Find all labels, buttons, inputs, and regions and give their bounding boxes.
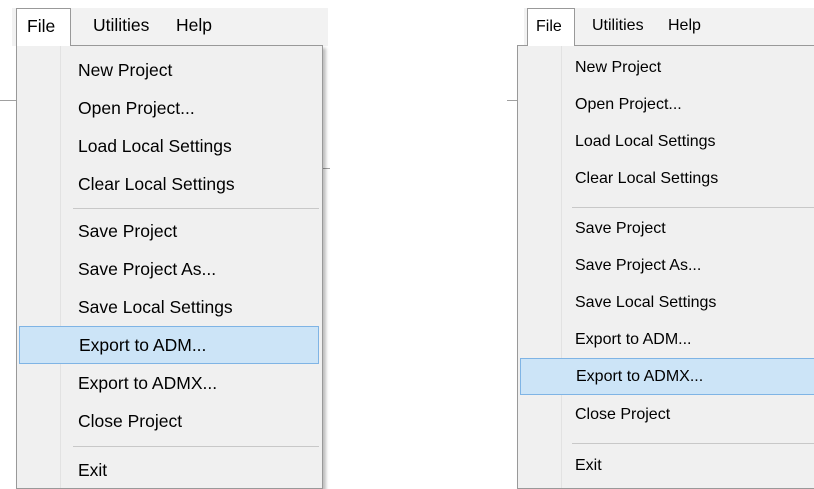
right-panel: File Utilities Help New Project Open Pro… bbox=[507, 0, 814, 489]
menu-item-close-project[interactable]: Close Project bbox=[19, 402, 319, 440]
menu-help[interactable]: Help bbox=[658, 8, 711, 45]
menu-help[interactable]: Help bbox=[166, 8, 222, 45]
menu-separator bbox=[73, 208, 319, 209]
menu-item-clear-local-settings[interactable]: Clear Local Settings bbox=[520, 160, 814, 197]
menu-item-label: Exit bbox=[575, 456, 602, 474]
menu-item-new-project[interactable]: New Project bbox=[520, 49, 814, 86]
menu-item-label: Close Project bbox=[575, 405, 671, 423]
menu-item-label: Export to ADM... bbox=[79, 334, 207, 355]
menu-separator bbox=[572, 443, 814, 444]
menu-item-label: Save Project bbox=[78, 220, 178, 241]
menu-item-new-project[interactable]: New Project bbox=[19, 51, 319, 89]
menu-item-label: Open Project... bbox=[78, 97, 195, 118]
menu-item-open-project[interactable]: Open Project... bbox=[520, 86, 814, 123]
background-window-edge bbox=[322, 168, 330, 169]
menu-item-label: Open Project... bbox=[575, 95, 682, 113]
menu-item-label: Close Project bbox=[78, 410, 183, 431]
screenshot-canvas: File Utilities Help New Project Open Pro… bbox=[0, 0, 814, 489]
menubar: File Utilities Help bbox=[524, 8, 814, 46]
menu-item-save-project-as[interactable]: Save Project As... bbox=[520, 247, 814, 284]
menu-item-export-to-admx[interactable]: Export to ADMX... bbox=[520, 358, 814, 395]
menu-item-export-to-adm[interactable]: Export to ADM... bbox=[520, 321, 814, 358]
menu-item-clear-local-settings[interactable]: Clear Local Settings bbox=[19, 165, 319, 203]
menu-item-label: Save Project As... bbox=[575, 256, 702, 274]
menu-item-exit[interactable]: Exit bbox=[19, 451, 319, 489]
menu-item-label: Save Project As... bbox=[78, 258, 217, 279]
menu-utilities[interactable]: Utilities bbox=[582, 8, 654, 45]
menu-separator bbox=[73, 446, 319, 447]
menu-item-label: Export to ADM... bbox=[575, 330, 692, 348]
menu-item-label: Load Local Settings bbox=[78, 135, 232, 156]
menu-item-close-project[interactable]: Close Project bbox=[520, 396, 814, 433]
menubar: File Utilities Help bbox=[12, 8, 328, 46]
file-dropdown-menu: New Project Open Project... Load Local S… bbox=[517, 45, 814, 489]
menu-item-label: Clear Local Settings bbox=[78, 173, 235, 194]
menu-item-save-project[interactable]: Save Project bbox=[19, 212, 319, 250]
menu-item-label: Export to ADMX... bbox=[576, 367, 704, 385]
menu-item-export-to-adm[interactable]: Export to ADM... bbox=[19, 326, 319, 364]
file-dropdown-menu: New Project Open Project... Load Local S… bbox=[16, 45, 323, 489]
menu-item-label: Load Local Settings bbox=[575, 132, 716, 150]
left-panel: File Utilities Help New Project Open Pro… bbox=[0, 0, 330, 489]
menu-item-label: Export to ADMX... bbox=[78, 372, 218, 393]
menu-item-label: Clear Local Settings bbox=[575, 169, 719, 187]
menu-item-save-local-settings[interactable]: Save Local Settings bbox=[520, 284, 814, 321]
menu-separator bbox=[572, 207, 814, 208]
menu-item-load-local-settings[interactable]: Load Local Settings bbox=[520, 123, 814, 160]
menu-file[interactable]: File bbox=[16, 8, 71, 46]
menu-item-label: Save Local Settings bbox=[78, 296, 233, 317]
menu-item-save-local-settings[interactable]: Save Local Settings bbox=[19, 288, 319, 326]
menu-item-label: New Project bbox=[575, 58, 662, 76]
menu-item-exit[interactable]: Exit bbox=[520, 447, 814, 484]
menu-item-label: New Project bbox=[78, 59, 173, 80]
menu-item-label: Save Project bbox=[575, 219, 666, 237]
menu-item-load-local-settings[interactable]: Load Local Settings bbox=[19, 127, 319, 165]
menu-item-save-project[interactable]: Save Project bbox=[520, 210, 814, 247]
menu-utilities[interactable]: Utilities bbox=[83, 8, 159, 45]
menu-item-save-project-as[interactable]: Save Project As... bbox=[19, 250, 319, 288]
background-window-edge bbox=[0, 100, 16, 101]
menu-file[interactable]: File bbox=[527, 8, 575, 46]
menu-item-label: Exit bbox=[78, 459, 108, 480]
menu-item-open-project[interactable]: Open Project... bbox=[19, 89, 319, 127]
menu-item-label: Save Local Settings bbox=[575, 293, 717, 311]
menu-item-export-to-admx[interactable]: Export to ADMX... bbox=[19, 364, 319, 402]
